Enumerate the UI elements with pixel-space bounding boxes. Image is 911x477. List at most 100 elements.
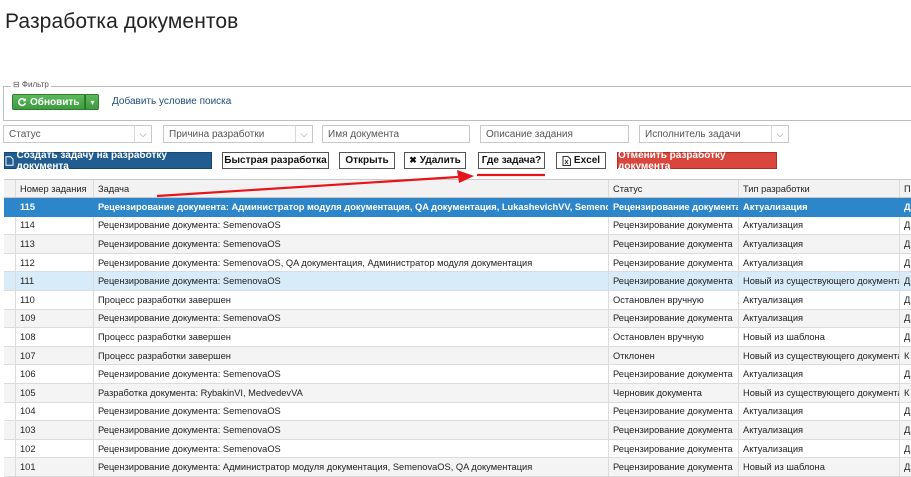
refresh-button-label: Обновить bbox=[30, 96, 80, 108]
table-row[interactable]: 114 Рецензирование документа: SemenovaOS Р… bbox=[4, 216, 911, 236]
cell-extra: Д bbox=[904, 369, 911, 380]
cell-status: Рецензирование документа bbox=[609, 439, 739, 458]
table-row[interactable]: 107 Процесс разработки завершен Отклонен Но… bbox=[4, 346, 911, 366]
cell-status: Рецензирование документа bbox=[609, 253, 739, 272]
cell-extra: Д bbox=[904, 331, 911, 342]
executor-filter-placeholder: Исполнитель задачи bbox=[645, 128, 741, 140]
delete-button[interactable]: ✖ Удалить bbox=[404, 152, 466, 169]
cell-task: Рецензирование документа: SemenovaOS bbox=[94, 439, 609, 458]
cell-type: Актуализация bbox=[739, 309, 900, 328]
table-row[interactable]: 101 Рецензирование документа: Администрат… bbox=[4, 458, 911, 477]
reason-filter-select[interactable]: Причина разработки ⌵ bbox=[163, 125, 313, 143]
cell-extra: Д bbox=[904, 238, 911, 249]
table-header: Номер задания Задача Статус Тип разработ… bbox=[4, 180, 911, 198]
column-header-type[interactable]: Тип разработки bbox=[739, 180, 900, 197]
chevron-down-icon[interactable]: ⌵ bbox=[134, 126, 151, 142]
cell-status: Рецензирование документа bbox=[609, 198, 739, 216]
table-row[interactable]: 102 Рецензирование документа: SemenovaOS Р… bbox=[4, 439, 911, 459]
cell-task: Рецензирование документа: SemenovaOS bbox=[94, 421, 609, 439]
cell-status: Рецензирование документа bbox=[609, 402, 739, 421]
column-header-status[interactable]: Статус bbox=[609, 180, 739, 197]
column-header-task[interactable]: Задача bbox=[94, 180, 609, 197]
cell-status: Остановлен вручную bbox=[609, 328, 739, 346]
where-is-task-button[interactable]: Где задача? bbox=[478, 152, 545, 169]
cell-task: Рецензирование документа: Администратор … bbox=[94, 198, 609, 216]
cell-status: Рецензирование документа bbox=[609, 235, 739, 253]
refresh-icon bbox=[18, 98, 27, 107]
cell-status: Рецензирование документа bbox=[609, 458, 739, 476]
cell-extra: Д bbox=[904, 313, 911, 324]
cell-extra: Д bbox=[904, 462, 911, 473]
table-row[interactable]: 103 Рецензирование документа: SemenovaOS Р… bbox=[4, 421, 911, 440]
table-row[interactable]: 113 Рецензирование документа: SemenovaOS Р… bbox=[4, 235, 911, 254]
cell-extra: Д bbox=[904, 424, 911, 435]
header-selector-cell bbox=[4, 180, 16, 197]
table-row[interactable]: 111 Рецензирование документа: SemenovaOS Р… bbox=[4, 272, 911, 291]
cell-extra: Д bbox=[904, 294, 911, 305]
table-row[interactable]: 115 Рецензирование документа: Администрат… bbox=[4, 198, 911, 217]
cell-type: Новый из существующего документа bbox=[739, 383, 900, 402]
cell-number: 114 bbox=[16, 216, 94, 235]
executor-filter-select[interactable]: Исполнитель задачи ⌵ bbox=[639, 125, 789, 143]
column-header-number[interactable]: Номер задания bbox=[16, 180, 94, 197]
quick-development-label: Быстрая разработка bbox=[224, 155, 327, 166]
cell-type: Актуализация bbox=[739, 253, 900, 272]
row-selector-cell bbox=[4, 216, 16, 235]
cell-number: 103 bbox=[16, 421, 94, 439]
add-search-condition-link[interactable]: Добавить условие поиска bbox=[112, 96, 231, 107]
row-selector-cell bbox=[4, 309, 16, 328]
document-name-input[interactable]: Имя документа bbox=[322, 125, 470, 143]
table-row[interactable]: 106 Рецензирование документа: SemenovaOS Р… bbox=[4, 365, 911, 384]
excel-icon bbox=[562, 155, 571, 166]
table-row[interactable]: 108 Процесс разработки завершен Остановлен… bbox=[4, 328, 911, 347]
cell-type: Актуализация bbox=[739, 402, 900, 421]
cell-type: Актуализация bbox=[739, 290, 900, 309]
cell-status: Отклонен bbox=[609, 346, 739, 365]
cell-number: 105 bbox=[16, 383, 94, 402]
cell-extra: К bbox=[904, 350, 910, 361]
row-selector-cell bbox=[4, 328, 16, 346]
create-task-button[interactable]: Создать задачу на разработку документа bbox=[4, 150, 212, 172]
row-selector-cell bbox=[4, 383, 16, 402]
cell-task: Процесс разработки завершен bbox=[94, 328, 609, 346]
table-row[interactable]: 110 Процесс разработки завершен Остановлен… bbox=[4, 290, 911, 310]
cell-status: Рецензирование документа bbox=[609, 272, 739, 290]
row-selector-cell bbox=[4, 421, 16, 439]
cell-type: Новый из шаблона bbox=[739, 458, 900, 476]
table-row[interactable]: 112 Рецензирование документа: SemenovaOS,… bbox=[4, 253, 911, 273]
task-description-input[interactable]: Описание задания bbox=[480, 125, 629, 143]
refresh-button[interactable]: Обновить bbox=[12, 94, 86, 110]
cancel-development-button[interactable]: Отменить разработку документа bbox=[617, 150, 777, 172]
cell-number: 113 bbox=[16, 235, 94, 253]
cell-status: Рецензирование документа bbox=[609, 309, 739, 328]
cell-type: Новый из существующего документа bbox=[739, 346, 900, 365]
chevron-down-icon[interactable]: ⌵ bbox=[295, 126, 312, 142]
table-row[interactable]: 105 Разработка документа: RybakinVI, Medv… bbox=[4, 383, 911, 403]
cell-extra: Д bbox=[904, 220, 911, 231]
filter-legend[interactable]: ⊟ Фильтр bbox=[11, 80, 51, 89]
cell-type: Актуализация bbox=[739, 421, 900, 439]
open-button[interactable]: Открыть bbox=[339, 152, 395, 169]
refresh-dropdown-caret[interactable]: ▾ bbox=[85, 94, 100, 110]
refresh-button-group: Обновить ▾ bbox=[12, 94, 100, 110]
table-row[interactable]: 109 Рецензирование документа: SemenovaOS Р… bbox=[4, 309, 911, 329]
cell-type: Актуализация bbox=[739, 198, 900, 216]
cell-extra: К bbox=[904, 387, 910, 398]
cell-extra: Д bbox=[904, 276, 911, 287]
cell-status: Рецензирование документа bbox=[609, 216, 739, 235]
chevron-down-icon[interactable]: ⌵ bbox=[771, 126, 788, 142]
row-selector-cell bbox=[4, 402, 16, 421]
column-header-extra[interactable]: П bbox=[900, 180, 911, 197]
table-row[interactable]: 104 Рецензирование документа: SemenovaOS Р… bbox=[4, 402, 911, 422]
excel-button[interactable]: Excel bbox=[556, 152, 606, 169]
cell-task: Процесс разработки завершен bbox=[94, 346, 609, 365]
quick-development-button[interactable]: Быстрая разработка bbox=[222, 152, 329, 169]
cell-task: Рецензирование документа: SemenovaOS bbox=[94, 365, 609, 383]
row-selector-cell bbox=[4, 235, 16, 253]
cell-number: 106 bbox=[16, 365, 94, 383]
cell-number: 104 bbox=[16, 402, 94, 421]
cell-task: Рецензирование документа: SemenovaOS bbox=[94, 216, 609, 235]
close-icon: ✖ bbox=[409, 155, 417, 165]
status-filter-select[interactable]: Статус ⌵ bbox=[3, 125, 152, 143]
cell-extra: Д bbox=[904, 443, 911, 454]
